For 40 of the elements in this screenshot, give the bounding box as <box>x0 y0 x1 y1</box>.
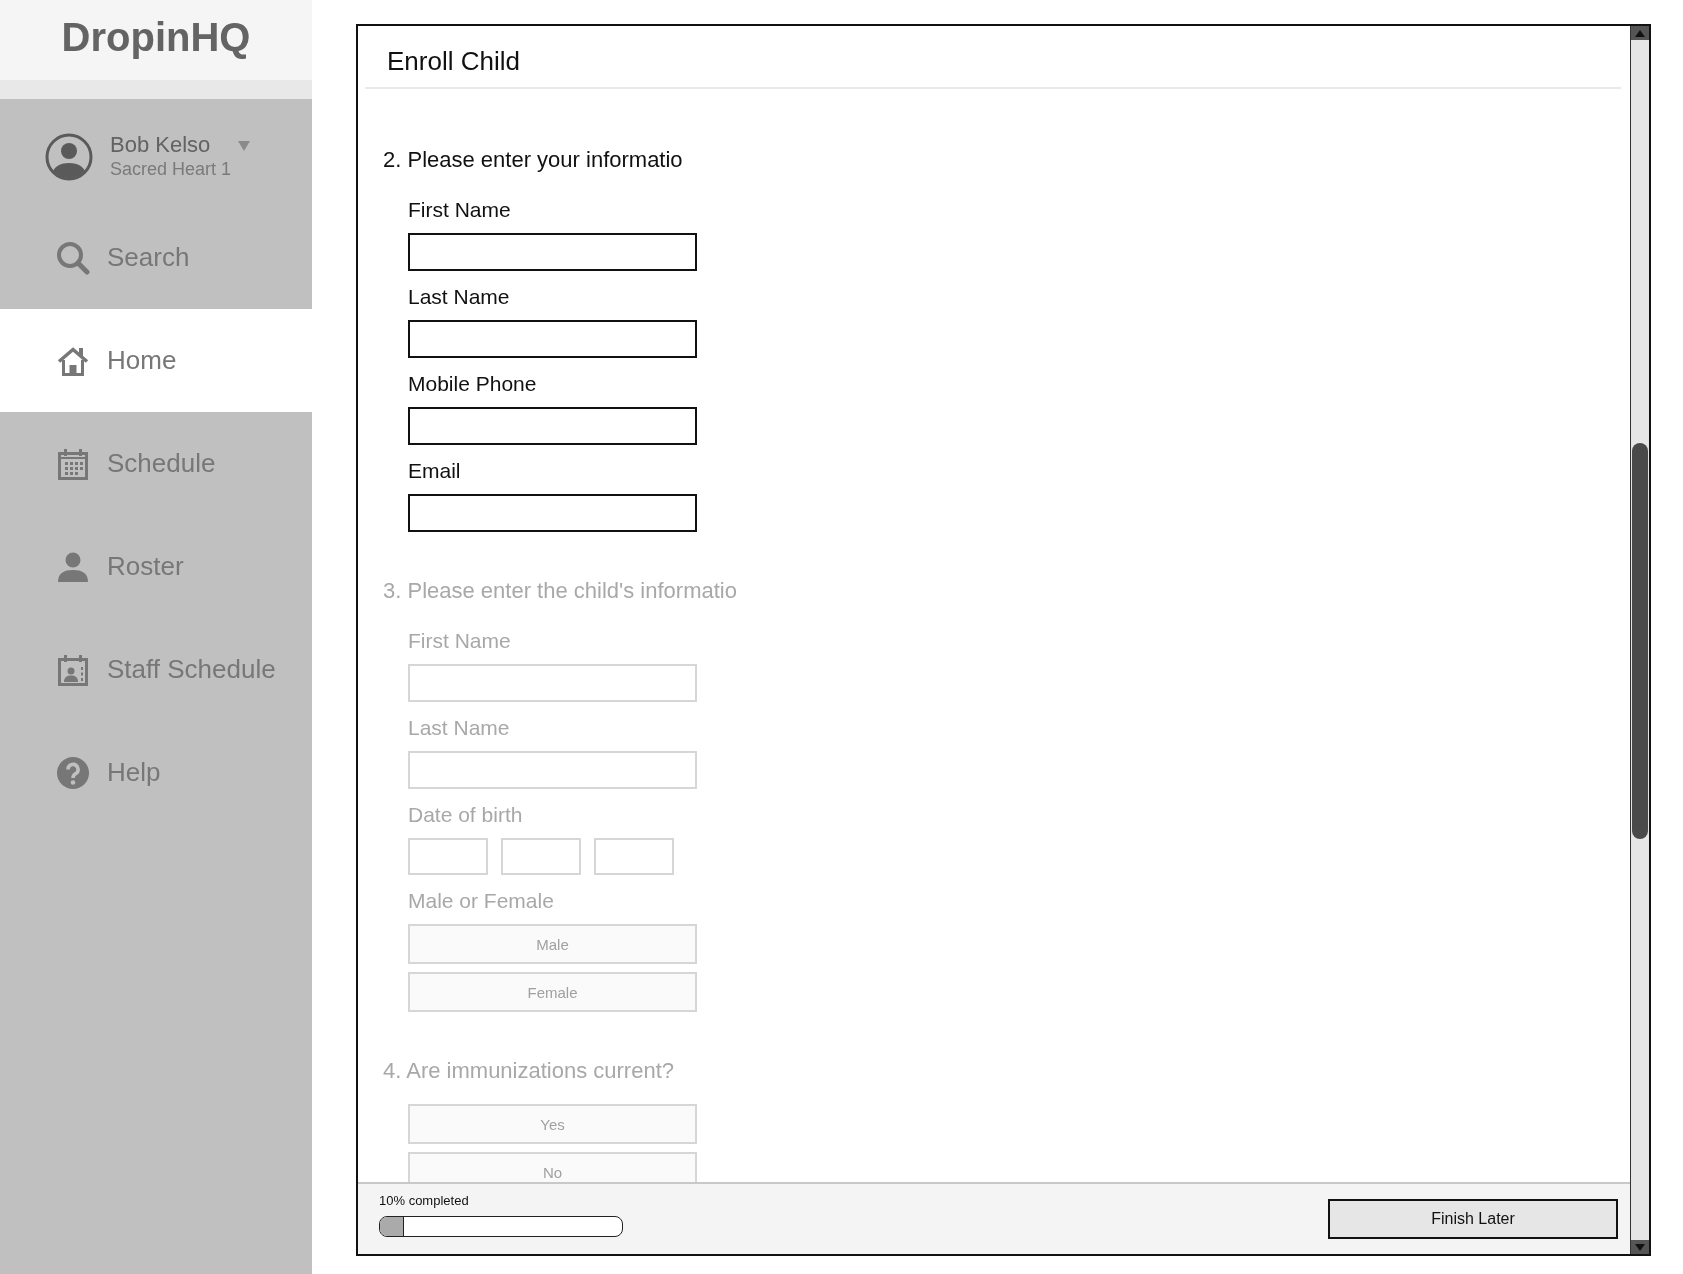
nav-item[interactable]: Help <box>0 721 312 824</box>
section-heading: 2. Please enter your informatio <box>383 147 683 173</box>
search-icon <box>56 240 90 275</box>
text-field[interactable] <box>408 320 697 358</box>
section-heading: 3. Please enter the child's informatio <box>383 578 737 604</box>
field-label: First Name <box>408 198 511 222</box>
scroll-thumb[interactable] <box>1632 443 1648 839</box>
field-label: Email <box>408 459 461 483</box>
field-label: Mobile Phone <box>408 372 537 396</box>
user-name: Bob Kelso <box>110 132 211 158</box>
field-label: Last Name <box>408 285 510 309</box>
scroll-down-button[interactable] <box>1631 1240 1649 1254</box>
field-label: Last Name <box>408 716 510 740</box>
help-icon <box>57 756 89 789</box>
calendar-icon <box>58 447 88 480</box>
field-label: Male or Female <box>408 889 554 913</box>
nav-item[interactable]: Search <box>0 206 312 309</box>
nav-item[interactable]: Schedule <box>0 412 312 515</box>
app-logo: DropinHQ <box>61 14 251 60</box>
text-field[interactable] <box>408 407 697 445</box>
nav-item[interactable]: Staff Schedule <box>0 618 312 721</box>
scroll-up-button[interactable] <box>1631 26 1649 40</box>
text-field[interactable] <box>408 233 697 271</box>
person-icon <box>57 551 89 582</box>
nav-item[interactable]: Roster <box>0 515 312 618</box>
finish-later-button[interactable]: Finish Later <box>1328 1199 1618 1239</box>
calendar-person-icon <box>58 653 88 686</box>
caret-up-icon <box>1635 29 1645 37</box>
text-field[interactable] <box>408 494 697 532</box>
caret-icon[interactable] <box>238 141 250 151</box>
field-label: Date of birth <box>408 803 523 827</box>
caret-down-icon <box>1635 1243 1645 1251</box>
page-title: Enroll Child <box>387 46 520 76</box>
avatar-icon <box>45 133 93 181</box>
section-heading: 4. Are immunizations current? <box>383 1058 675 1084</box>
progress-label: 10% completed <box>379 1193 469 1209</box>
field-label: First Name <box>408 629 511 653</box>
user-organization: Sacred Heart 1 <box>110 158 232 180</box>
home-icon <box>57 345 89 376</box>
nav-item[interactable]: Home <box>0 309 312 412</box>
